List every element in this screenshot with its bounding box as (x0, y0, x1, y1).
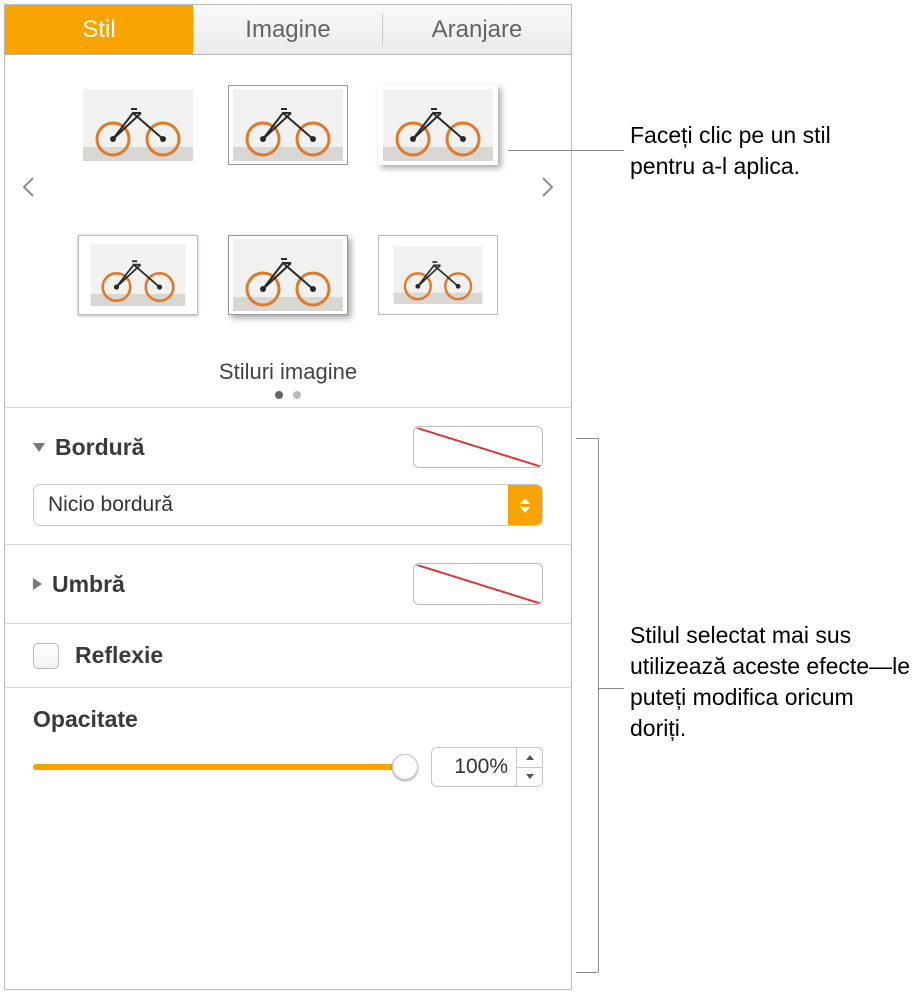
tabs-bar: Stil Imagine Aranjare (5, 5, 571, 55)
tab-aranjare[interactable]: Aranjare (383, 5, 571, 54)
bicycle-icon (83, 89, 193, 161)
opacity-stepper (516, 748, 542, 786)
image-styles-area: Stiluri imagine (5, 55, 571, 407)
opacity-step-up[interactable] (517, 748, 542, 768)
tab-aranjare-label: Aranjare (432, 16, 523, 44)
format-inspector-panel: Stil Imagine Aranjare (4, 4, 572, 990)
chevron-right-icon (541, 176, 555, 204)
border-section: Bordură Nicio bordură (5, 407, 571, 544)
opacity-value: 100% (432, 755, 516, 779)
bicycle-icon (390, 246, 486, 304)
styles-page-indicator (5, 391, 571, 399)
bicycle-icon (233, 239, 343, 311)
border-dropdown-value: Nicio bordură (34, 493, 508, 517)
reflection-label: Reflexie (75, 642, 163, 669)
style-thumb-1[interactable] (78, 85, 198, 165)
callout-leader (576, 438, 598, 439)
shadow-label: Umbră (52, 571, 125, 598)
tab-stil-label: Stil (82, 16, 115, 44)
style-thumb-6[interactable] (378, 235, 498, 315)
bicycle-icon (383, 89, 493, 161)
style-thumb-3[interactable] (378, 85, 498, 165)
chevron-up-icon (526, 755, 534, 760)
tab-imagine-label: Imagine (245, 16, 330, 44)
border-label: Bordură (55, 434, 144, 461)
dropdown-stepper-icon (508, 485, 542, 525)
bicycle-icon (233, 89, 343, 161)
style-thumb-5[interactable] (228, 235, 348, 315)
styles-next-button[interactable] (533, 175, 563, 205)
shadow-swatch-none[interactable] (413, 563, 543, 605)
border-swatch-none[interactable] (413, 426, 543, 468)
tab-stil[interactable]: Stil (5, 5, 193, 54)
chevron-down-icon (526, 774, 534, 779)
chevron-down-icon (33, 443, 45, 452)
image-styles-grid (5, 85, 571, 345)
bicycle-icon (88, 244, 188, 306)
callout-leader (598, 688, 624, 689)
opacity-label: Opacitate (33, 706, 138, 732)
callout-leader (576, 972, 598, 973)
chevron-right-icon (33, 578, 42, 590)
style-thumb-4[interactable] (78, 235, 198, 315)
opacity-section: Opacitate 100% (5, 687, 571, 805)
reflection-section: Reflexie (5, 623, 571, 687)
callout-top: Faceți clic pe un stil pentru a-l aplica… (630, 120, 900, 182)
border-type-dropdown[interactable]: Nicio bordură (33, 484, 543, 526)
callout-leader (598, 438, 599, 972)
style-thumb-2[interactable] (228, 85, 348, 165)
page-dot-2[interactable] (293, 391, 301, 399)
callout-leader (508, 150, 624, 151)
opacity-value-field[interactable]: 100% (431, 747, 543, 787)
styles-prev-button[interactable] (13, 175, 43, 205)
callout-bottom: Stilul selectat mai sus utilizează acest… (630, 620, 910, 744)
opacity-step-down[interactable] (517, 768, 542, 787)
border-disclosure[interactable]: Bordură (33, 434, 144, 461)
shadow-disclosure[interactable]: Umbră (33, 571, 125, 598)
image-styles-caption: Stiluri imagine (5, 359, 571, 385)
shadow-section: Umbră (5, 544, 571, 623)
slider-knob[interactable] (392, 754, 418, 780)
opacity-slider[interactable] (33, 757, 413, 777)
tab-imagine[interactable]: Imagine (194, 5, 382, 54)
page-dot-1[interactable] (275, 391, 283, 399)
reflection-checkbox[interactable] (33, 643, 59, 669)
chevron-left-icon (21, 176, 35, 204)
